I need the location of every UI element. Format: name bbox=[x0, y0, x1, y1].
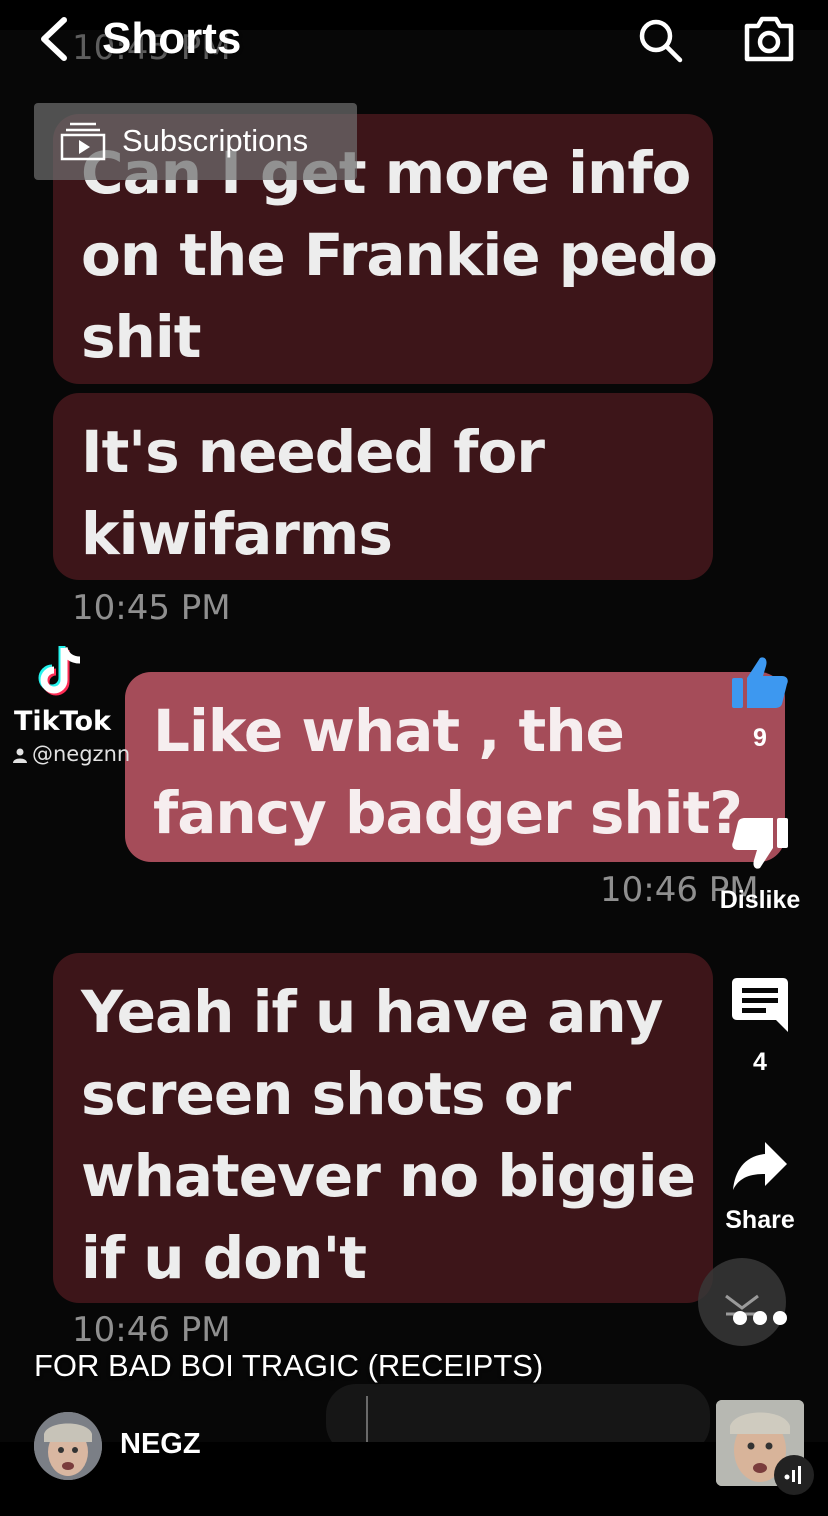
subscriptions-label: Subscriptions bbox=[122, 123, 309, 158]
message-line: whatever no biggie bbox=[81, 1142, 696, 1210]
message-line: kiwifarms bbox=[81, 500, 393, 568]
subscriptions-icon bbox=[60, 122, 106, 161]
tiktok-handle: @negznn bbox=[12, 742, 130, 766]
message-line: if u don't bbox=[81, 1224, 367, 1292]
dislike-label: Dislike bbox=[719, 886, 801, 914]
comment-button[interactable]: 4 bbox=[710, 976, 810, 1077]
more-options-button[interactable] bbox=[698, 1258, 787, 1346]
user-icon bbox=[13, 748, 27, 763]
message-line: Yeah if u have any bbox=[81, 978, 663, 1046]
channel-avatar[interactable] bbox=[34, 1412, 102, 1480]
share-arrow-icon bbox=[733, 1142, 787, 1190]
text-cursor bbox=[366, 1396, 368, 1442]
message-line: shit bbox=[81, 303, 201, 371]
like-button[interactable]: 9 bbox=[710, 654, 810, 753]
message-line: fancy badger shit? bbox=[153, 779, 743, 847]
message-line: screen shots or bbox=[81, 1060, 571, 1128]
thumbs-down-icon bbox=[732, 818, 788, 869]
comment-icon bbox=[732, 978, 788, 1032]
timestamp: 10:45 PM bbox=[72, 588, 231, 628]
sound-badge bbox=[774, 1455, 814, 1495]
channel-name[interactable]: NEGZ bbox=[120, 1428, 201, 1461]
message-bubble-3: Like what , the fancy badger shit? bbox=[125, 672, 785, 862]
tiktok-handle-text: @negznn bbox=[32, 742, 131, 766]
message-line: It's needed for bbox=[81, 418, 545, 486]
share-button[interactable]: Share bbox=[710, 1140, 810, 1235]
tiktok-watermark: TikTok @negznn bbox=[12, 644, 132, 774]
message-bubble-2: It's needed for kiwifarms bbox=[53, 393, 713, 580]
top-bar: Shorts bbox=[0, 0, 828, 80]
share-label: Share bbox=[725, 1206, 795, 1234]
subscriptions-button[interactable]: Subscriptions bbox=[34, 103, 357, 180]
message-line: on the Frankie pedo bbox=[81, 221, 718, 289]
tiktok-wordmark: TikTok bbox=[14, 706, 111, 737]
camera-icon[interactable] bbox=[742, 14, 796, 64]
sound-bars-icon bbox=[784, 1466, 801, 1484]
chevron-left-icon[interactable] bbox=[36, 16, 70, 62]
more-dots-icon bbox=[733, 1311, 787, 1325]
thumbs-up-icon bbox=[732, 657, 788, 708]
dislike-button[interactable]: Dislike bbox=[710, 816, 810, 915]
like-count: 9 bbox=[753, 724, 767, 752]
message-bubble-4: Yeah if u have any screen shots or whate… bbox=[53, 953, 713, 1303]
tiktok-logo-icon bbox=[38, 646, 81, 696]
comment-count: 4 bbox=[753, 1048, 767, 1076]
avatar-face-icon bbox=[34, 1412, 102, 1480]
search-icon[interactable] bbox=[636, 16, 684, 64]
page-title: Shorts bbox=[102, 14, 242, 63]
message-line: Like what , the bbox=[153, 697, 625, 765]
video-caption[interactable]: FOR BAD BOI TRAGIC (RECEIPTS) bbox=[34, 1348, 543, 1384]
timestamp: 10:46 PM bbox=[72, 1310, 231, 1350]
